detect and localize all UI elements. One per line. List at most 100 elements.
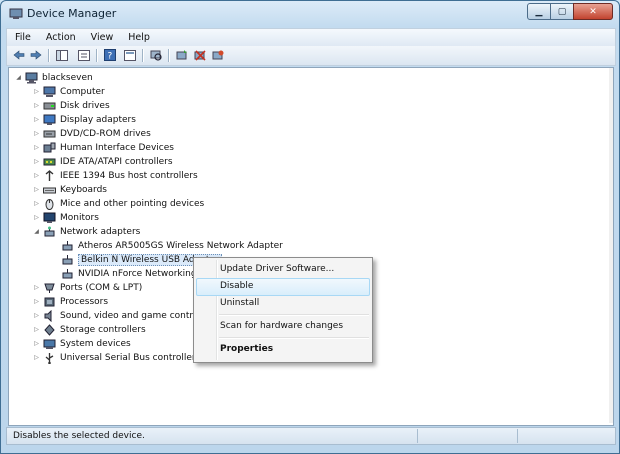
disable-device-icon xyxy=(194,50,206,61)
minimize-button[interactable]: ▁ xyxy=(527,3,551,20)
expand-arrow-icon[interactable]: ▷ xyxy=(33,214,40,221)
expand-arrow-icon[interactable]: ▷ xyxy=(33,102,40,109)
network-device-label: NVIDIA nForce Networking C xyxy=(78,268,206,279)
disable-toolbar-button[interactable] xyxy=(193,48,207,62)
dvd-drive-icon xyxy=(43,128,56,140)
expand-arrow-icon[interactable]: ▷ xyxy=(33,298,40,305)
tree-item-label: Keyboards xyxy=(60,184,107,195)
network-device-nvidia[interactable]: NVIDIA nForce Networking C xyxy=(61,267,206,280)
tree-item-network-adapters[interactable]: ◢ Network adapters xyxy=(33,225,140,238)
network-device-atheros[interactable]: Atheros AR5005GS Wireless Network Adapte… xyxy=(61,239,283,252)
tree-item-ieee1394[interactable]: ▷ IEEE 1394 Bus host controllers xyxy=(33,169,198,182)
show-hide-tree-button[interactable] xyxy=(55,48,69,62)
tree-root-computer[interactable]: ◢ blackseven xyxy=(15,71,93,84)
disable-menu-item[interactable]: Disable xyxy=(220,281,253,291)
expand-arrow-icon[interactable]: ▷ xyxy=(33,158,40,165)
tree-item-computer[interactable]: ▷ Computer xyxy=(33,85,105,98)
status-text: Disables the selected device. xyxy=(13,431,145,441)
tree-item-system-devices[interactable]: ▷ System devices xyxy=(33,337,131,350)
menu-separator xyxy=(219,314,369,316)
expand-arrow-icon[interactable]: ▷ xyxy=(33,340,40,347)
caption-buttons: ▁ ▢ ✕ xyxy=(527,3,613,20)
tree-item-processors[interactable]: ▷ Processors xyxy=(33,295,108,308)
vertical-scrollbar[interactable] xyxy=(609,68,613,423)
network-adapter-icon xyxy=(43,226,56,238)
view-list-icon xyxy=(124,49,136,61)
scan-hardware-toolbar-button[interactable] xyxy=(149,48,163,62)
toolbar-separator xyxy=(168,49,170,62)
menu-view[interactable]: View xyxy=(83,32,121,43)
menu-file[interactable]: File xyxy=(7,32,38,43)
uninstall-toolbar-button[interactable] xyxy=(211,48,225,62)
update-driver-toolbar-button[interactable] xyxy=(175,48,189,62)
tree-item-sound[interactable]: ▷ Sound, video and game controllers xyxy=(33,309,217,322)
context-menu-gutter xyxy=(216,260,218,360)
menu-action[interactable]: Action xyxy=(38,32,83,43)
expand-arrow-icon[interactable]: ▷ xyxy=(33,130,40,137)
expand-arrow-icon[interactable]: ▷ xyxy=(33,172,40,179)
expand-arrow-icon[interactable]: ▷ xyxy=(33,200,40,207)
forward-button[interactable] xyxy=(29,48,43,62)
expand-arrow-icon[interactable]: ▷ xyxy=(33,354,40,361)
uninstall-menu-item[interactable]: Uninstall xyxy=(220,298,259,308)
view-toolbar-button[interactable] xyxy=(123,48,137,62)
tree-item-label: System devices xyxy=(60,338,131,349)
properties-toolbar-button[interactable] xyxy=(77,48,91,62)
device-tree[interactable]: ◢ blackseven ▷ Computer ▷ Disk drives ▷ … xyxy=(8,67,614,426)
expand-arrow-icon[interactable]: ▷ xyxy=(33,284,40,291)
storage-controller-icon xyxy=(43,323,56,336)
tree-item-label: Monitors xyxy=(60,212,99,223)
uninstall-device-icon xyxy=(212,50,224,60)
tree-item-display-adapters[interactable]: ▷ Display adapters xyxy=(33,113,136,126)
port-icon xyxy=(43,282,56,294)
computer-icon xyxy=(25,72,38,84)
tree-item-label: Storage controllers xyxy=(60,324,146,335)
expand-arrow-icon[interactable]: ▷ xyxy=(33,116,40,123)
wireless-adapter-icon xyxy=(61,254,74,266)
wireless-adapter-icon xyxy=(61,240,74,252)
status-bar: Disables the selected device. xyxy=(6,427,616,445)
tree-item-disk-drives[interactable]: ▷ Disk drives xyxy=(33,99,110,112)
tree-item-mice[interactable]: ▷ Mice and other pointing devices xyxy=(33,197,204,210)
expand-arrow-icon[interactable]: ▷ xyxy=(33,326,40,333)
maximize-button[interactable]: ▢ xyxy=(550,3,574,20)
tree-item-label: IDE ATA/ATAPI controllers xyxy=(60,156,173,167)
tree-item-usb[interactable]: ▷ Universal Serial Bus controllers xyxy=(33,351,200,364)
status-separator xyxy=(517,429,518,443)
collapse-arrow-icon[interactable]: ◢ xyxy=(15,74,22,81)
monitor-icon xyxy=(43,212,56,224)
tree-item-storage[interactable]: ▷ Storage controllers xyxy=(33,323,146,336)
processor-icon xyxy=(43,296,56,308)
tree-item-dvd-drives[interactable]: ▷ DVD/CD-ROM drives xyxy=(33,127,151,140)
update-driver-menu-item[interactable]: Update Driver Software... xyxy=(220,264,334,274)
tree-item-label: Computer xyxy=(60,86,105,97)
expand-arrow-icon[interactable]: ▷ xyxy=(33,144,40,151)
human-interface-device-icon xyxy=(43,142,56,154)
usb-icon xyxy=(43,352,56,364)
help-icon: ? xyxy=(104,49,116,61)
help-toolbar-button[interactable]: ? xyxy=(103,48,117,62)
speaker-icon xyxy=(43,309,56,322)
toolbar: ? xyxy=(6,46,616,66)
display-adapter-icon xyxy=(43,114,56,126)
tree-item-ide-controllers[interactable]: ▷ IDE ATA/ATAPI controllers xyxy=(33,155,173,168)
expand-arrow-icon[interactable]: ▷ xyxy=(33,186,40,193)
device-manager-icon xyxy=(9,8,23,20)
properties-menu-item[interactable]: Properties xyxy=(220,344,273,354)
tree-root-label: blackseven xyxy=(42,72,93,83)
tree-item-hid[interactable]: ▷ Human Interface Devices xyxy=(33,141,174,154)
collapse-arrow-icon[interactable]: ◢ xyxy=(33,228,40,235)
ieee1394-icon xyxy=(43,169,56,182)
tree-item-label: Disk drives xyxy=(60,100,110,111)
tree-item-keyboards[interactable]: ▷ Keyboards xyxy=(33,183,107,196)
menu-help[interactable]: Help xyxy=(120,32,157,43)
tree-item-ports[interactable]: ▷ Ports (COM & LPT) xyxy=(33,281,142,294)
title-bar[interactable]: Device Manager ▁ ▢ ✕ xyxy=(1,1,619,27)
expand-arrow-icon[interactable]: ▷ xyxy=(33,312,40,319)
close-button[interactable]: ✕ xyxy=(573,3,613,20)
back-button[interactable] xyxy=(12,48,26,62)
expand-arrow-icon[interactable]: ▷ xyxy=(33,88,40,95)
tree-item-label: Universal Serial Bus controllers xyxy=(60,352,201,363)
scan-hardware-menu-item[interactable]: Scan for hardware changes xyxy=(220,321,343,331)
tree-item-monitors[interactable]: ▷ Monitors xyxy=(33,211,99,224)
